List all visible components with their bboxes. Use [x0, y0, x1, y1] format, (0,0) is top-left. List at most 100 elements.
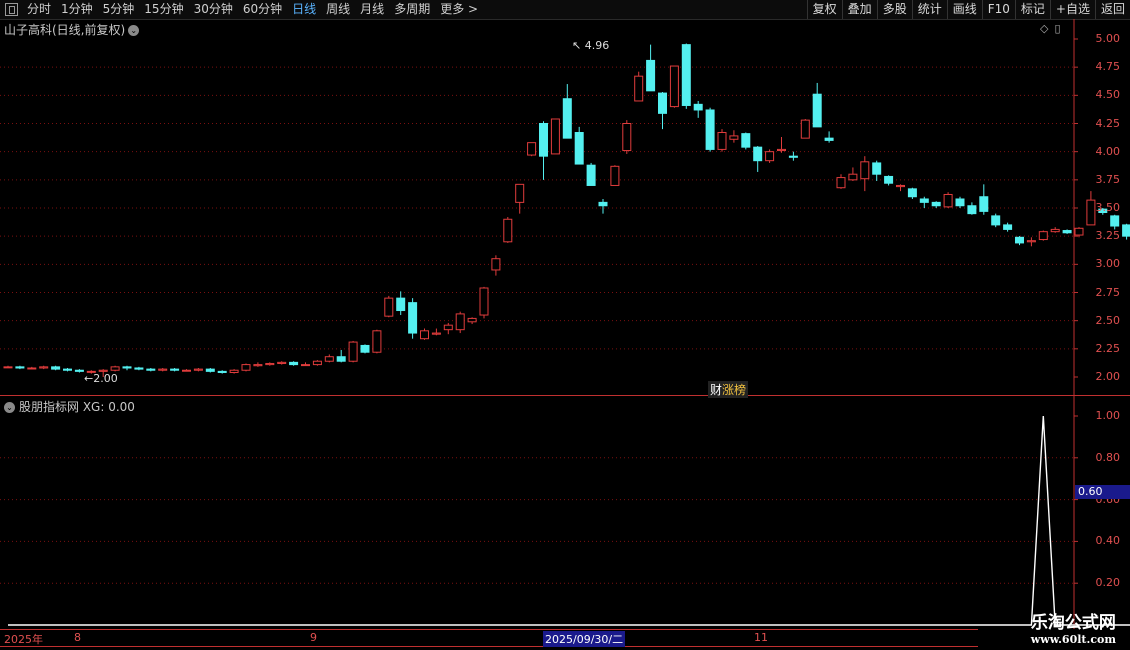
period-tab[interactable]: 月线 — [355, 0, 389, 19]
candle-body — [360, 344, 370, 353]
toolbar-button[interactable]: F10 — [981, 0, 1015, 19]
toolbar-button[interactable]: 统计 — [911, 0, 947, 19]
date-label: 11 — [754, 631, 768, 644]
candle — [741, 132, 751, 150]
candle-body — [955, 198, 965, 207]
price-tick-label: 3.25 — [1095, 229, 1121, 243]
candle — [1003, 222, 1013, 232]
candle-body — [1110, 215, 1120, 227]
candle-body — [848, 173, 858, 181]
candle — [872, 160, 882, 181]
date-label: 8 — [74, 631, 81, 644]
candle-body — [622, 123, 632, 152]
chevron-down-icon[interactable]: ⌄ — [4, 402, 15, 413]
watermark-url: www.60lt.com — [1030, 633, 1116, 646]
period-tab[interactable]: 多周期 — [389, 0, 435, 19]
price-tick-label: 4.50 — [1095, 88, 1121, 102]
candle-body — [336, 356, 346, 362]
price-tick-label: 3.75 — [1095, 172, 1121, 186]
candle-body — [824, 137, 834, 141]
candle-body — [443, 324, 453, 331]
candle — [586, 162, 596, 186]
candle — [503, 217, 513, 243]
candle-body — [217, 370, 227, 373]
candle-body — [741, 133, 751, 148]
candle — [241, 363, 251, 372]
period-tab[interactable]: 分时 — [22, 0, 56, 19]
candle — [955, 196, 965, 208]
price-tick-label: 3.50 — [1095, 201, 1121, 214]
watermark-title: 乐淘公式网 — [1030, 613, 1116, 633]
candle-body — [729, 135, 739, 140]
toolbar-button[interactable]: +自选 — [1049, 0, 1095, 19]
toolbar-button[interactable]: 多股 — [876, 0, 912, 19]
period-tab[interactable]: 更多 > — [435, 0, 483, 19]
price-tick-label: 2.75 — [1095, 285, 1121, 299]
toolbar-button[interactable]: 复权 — [806, 0, 842, 19]
candle — [384, 295, 394, 318]
toolbar-button[interactable]: 叠加 — [841, 0, 877, 19]
period-tab[interactable]: 1分钟 — [56, 0, 98, 19]
candle — [217, 370, 227, 374]
candle — [312, 360, 322, 366]
candle-body — [610, 165, 620, 186]
candle — [336, 349, 346, 363]
candle-body — [396, 297, 406, 312]
candle — [193, 367, 203, 372]
candle — [408, 298, 418, 339]
candle — [717, 129, 727, 152]
indicator-tick-label: 0.20 — [1095, 576, 1121, 590]
selected-date[interactable]: 2025/09/30/二 — [543, 631, 626, 647]
candle — [550, 118, 560, 155]
low-price-note: ←2.00 — [84, 372, 118, 385]
period-tab[interactable]: 60分钟 — [238, 0, 287, 19]
candle-body — [634, 75, 644, 102]
period-tab[interactable]: 30分钟 — [189, 0, 238, 19]
candle — [360, 344, 370, 354]
rank-badge[interactable]: 财涨榜 — [708, 381, 749, 398]
candle-body — [384, 297, 394, 317]
candle-body — [158, 368, 168, 371]
candle-body — [312, 360, 322, 366]
toolbar-button[interactable]: 返回 — [1094, 0, 1130, 19]
candle — [646, 44, 656, 92]
candle-body — [431, 332, 441, 335]
price-tick-label: 2.00 — [1095, 370, 1121, 383]
candle — [824, 131, 834, 143]
candle — [301, 362, 310, 367]
high-note-value: 4.96 — [584, 39, 610, 52]
candle-body — [408, 302, 418, 334]
candle — [431, 328, 441, 336]
candle — [1038, 230, 1048, 241]
candle-body — [669, 65, 679, 108]
candle-body — [598, 201, 608, 207]
candle-body — [991, 215, 1001, 226]
toolbar-button[interactable]: 画线 — [946, 0, 982, 19]
candle-body — [491, 258, 501, 271]
candle-body — [372, 330, 382, 353]
candle — [610, 165, 620, 186]
toolbar-button[interactable]: 标记 — [1014, 0, 1050, 19]
candle-body — [205, 368, 215, 372]
candle-body — [586, 164, 596, 186]
indicator-title-text: 股朋指标网 XG: 0.00 — [19, 400, 135, 414]
candle-body — [455, 313, 465, 331]
period-tab[interactable]: 日线 — [287, 0, 321, 19]
candle — [622, 120, 632, 154]
candle-body — [289, 361, 299, 366]
candle — [3, 365, 13, 369]
period-tab[interactable]: 15分钟 — [139, 0, 188, 19]
candle — [122, 365, 132, 371]
candle-body — [3, 366, 13, 369]
candle — [884, 175, 894, 186]
candle-body — [324, 356, 334, 362]
window-icon[interactable] — [5, 3, 18, 16]
candle-body — [241, 364, 251, 371]
period-tab[interactable]: 周线 — [321, 0, 355, 19]
indicator-tick-label: 1.00 — [1095, 409, 1121, 422]
period-tab[interactable]: 5分钟 — [98, 0, 140, 19]
price-tick-label: 2.50 — [1095, 313, 1121, 327]
candle-body — [515, 183, 525, 203]
xg-indicator-chart — [0, 396, 1130, 629]
candle-body — [1062, 230, 1072, 234]
